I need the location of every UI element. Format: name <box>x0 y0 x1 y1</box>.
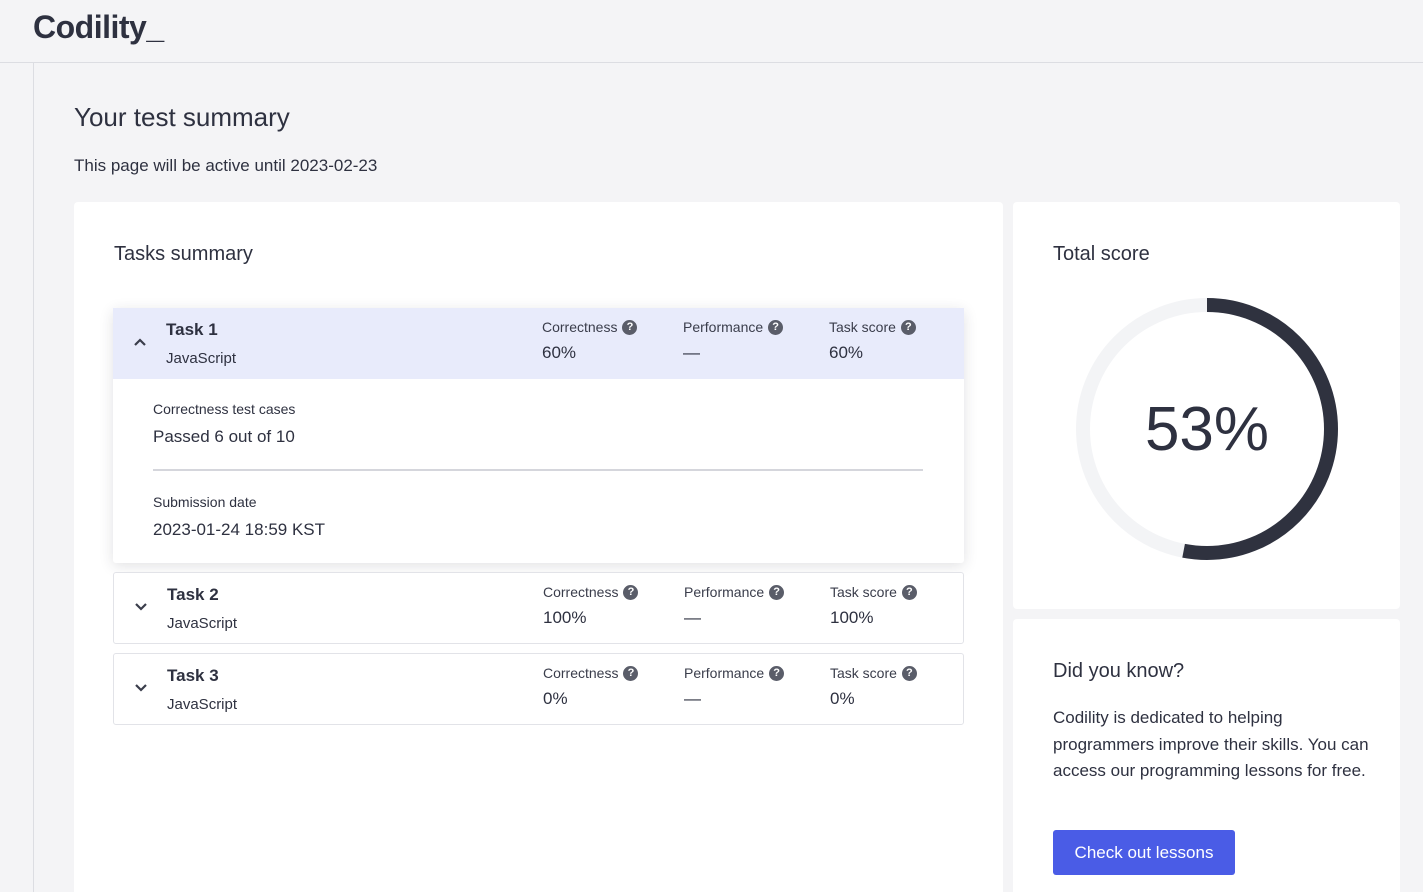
task-language: JavaScript <box>167 615 238 632</box>
task-score-label: Task score <box>830 584 897 600</box>
detail-divider <box>153 469 923 471</box>
task-header-1[interactable]: Task 1 JavaScript Correctness? 60% Perfo… <box>113 308 964 379</box>
top-bar: Codility_ <box>0 0 1423 63</box>
correctness-value: 0% <box>543 689 568 708</box>
total-score-title: Total score <box>1053 243 1150 265</box>
task-language: JavaScript <box>166 350 237 367</box>
task-score-value: 60% <box>829 343 864 362</box>
correctness-metric: Correctness? 0% <box>543 665 639 709</box>
correctness-label: Correctness <box>543 665 619 681</box>
question-circle-icon[interactable]: ? <box>768 319 784 335</box>
performance-value: — <box>683 343 700 362</box>
correctness-label: Correctness <box>543 584 619 600</box>
did-you-know-card: Did you know? Codility is dedicated to h… <box>1013 619 1400 892</box>
question-circle-icon[interactable]: ? <box>901 584 917 600</box>
task-header-3[interactable]: Task 3 JavaScript Correctness? 0% Perfor… <box>114 654 963 724</box>
left-divider <box>33 63 34 892</box>
question-circle-icon[interactable]: ? <box>900 319 916 335</box>
task-header-2[interactable]: Task 2 JavaScript Correctness? 100% Perf… <box>114 573 963 643</box>
correctness-value: 60% <box>542 343 577 362</box>
correctness-value: 100% <box>543 608 587 627</box>
task-score-metric: Task score? 0% <box>830 665 917 709</box>
question-circle-icon[interactable]: ? <box>622 319 638 335</box>
task-name: Task 2 <box>167 585 219 604</box>
task-item-1: Task 1 JavaScript Correctness? 60% Perfo… <box>113 308 964 563</box>
page-title: Your test summary <box>74 102 290 132</box>
tasks-summary-title: Tasks summary <box>114 243 253 265</box>
test-cases-value: Passed 6 out of 10 <box>153 427 295 446</box>
question-circle-icon[interactable]: ? <box>769 665 785 681</box>
task-name: Task 1 <box>166 320 218 339</box>
performance-metric: Performance? — <box>684 665 785 709</box>
question-circle-icon[interactable]: ? <box>769 584 785 600</box>
performance-value: — <box>684 689 701 708</box>
did-you-know-title: Did you know? <box>1053 660 1185 682</box>
task-language: JavaScript <box>167 696 238 713</box>
chevron-up-icon[interactable] <box>133 335 147 349</box>
correctness-label: Correctness <box>542 319 618 335</box>
performance-metric: Performance? — <box>683 319 784 363</box>
submission-date-value: 2023-01-24 18:59 KST <box>153 520 326 539</box>
submission-date-label: Submission date <box>153 494 257 510</box>
chevron-down-icon[interactable] <box>134 600 148 614</box>
task-item-3: Task 3 JavaScript Correctness? 0% Perfor… <box>113 653 964 725</box>
test-cases-label: Correctness test cases <box>153 401 296 417</box>
total-score-value: 53% <box>1144 394 1270 464</box>
task-name: Task 3 <box>167 666 219 685</box>
question-circle-icon[interactable]: ? <box>901 665 917 681</box>
task-score-metric: Task score? 60% <box>829 319 916 363</box>
performance-label: Performance <box>683 319 764 335</box>
question-circle-icon[interactable]: ? <box>623 665 639 681</box>
did-you-know-text: Codility is dedicated to helping program… <box>1053 708 1369 780</box>
performance-metric: Performance? — <box>684 584 785 628</box>
correctness-metric: Correctness? 100% <box>543 584 639 628</box>
tasks-summary-card: Tasks summary Task 1 JavaScript Correctn… <box>74 202 1003 892</box>
total-score-card: Total score 53% <box>1013 202 1400 609</box>
question-circle-icon[interactable]: ? <box>623 584 639 600</box>
correctness-metric: Correctness? 60% <box>542 319 638 363</box>
codility-logo[interactable]: Codility_ <box>33 9 164 46</box>
chevron-down-icon[interactable] <box>134 681 148 695</box>
performance-label: Performance <box>684 584 765 600</box>
task-score-value: 0% <box>830 689 855 708</box>
task-item-2: Task 2 JavaScript Correctness? 100% Perf… <box>113 572 964 644</box>
task-score-value: 100% <box>830 608 874 627</box>
task-score-metric: Task score? 100% <box>830 584 917 628</box>
active-until-text: This page will be active until 2023-02-2… <box>74 156 378 175</box>
check-out-lessons-button[interactable]: Check out lessons <box>1053 830 1235 875</box>
performance-label: Performance <box>684 665 765 681</box>
task-score-label: Task score <box>830 665 897 681</box>
task-score-label: Task score <box>829 319 896 335</box>
performance-value: — <box>684 608 701 627</box>
